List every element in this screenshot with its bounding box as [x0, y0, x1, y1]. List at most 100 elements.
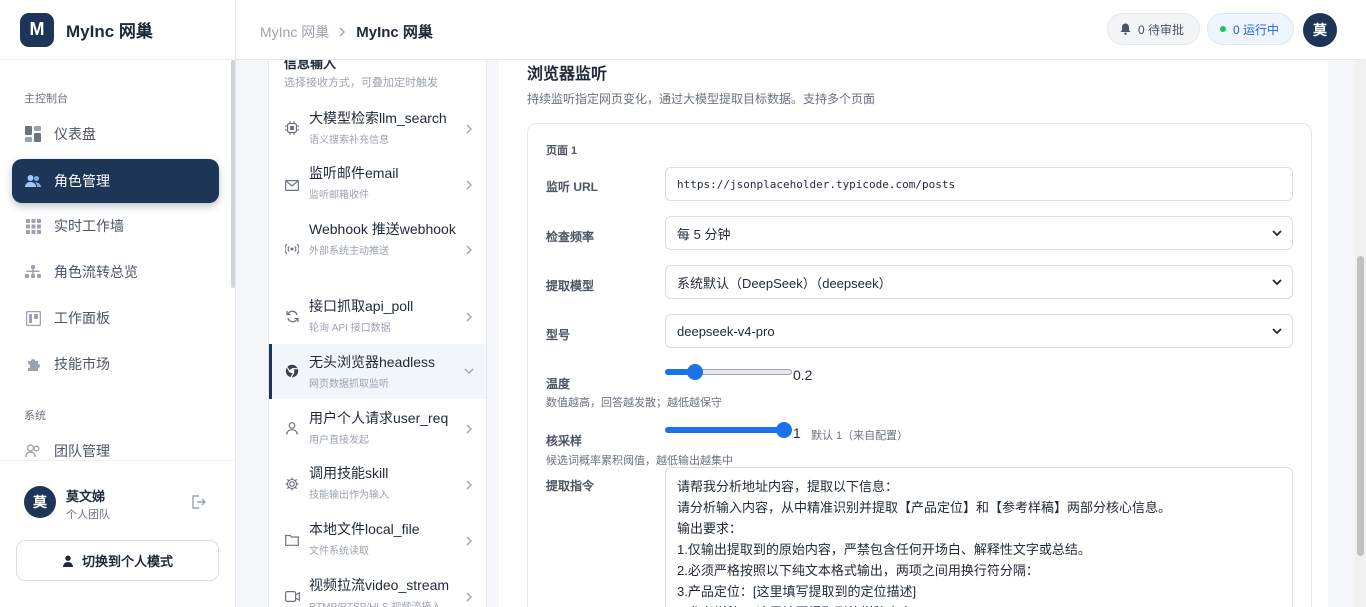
prompt-line: 2.必须严格按照以下纯文本格式输出，两项之间用换行符分隔： [677, 563, 1039, 578]
switch-mode-label: 切换到个人模式 [81, 554, 173, 569]
list-item-title: Webhook 推送webhook [309, 221, 456, 237]
mail-icon [284, 177, 300, 193]
sidebar-item-label: 工作面板 [54, 310, 110, 326]
list-item-subtitle: 文件系统读取 [309, 546, 369, 557]
sidebar-item-label: 技能市场 [54, 356, 110, 372]
source-list-header: 信息输入 选择接收方式，可叠加定时触发 [284, 60, 438, 90]
chevron-down-icon [464, 368, 474, 374]
sidebar: M MyInc 网巢 主控制台 仪表盘 角色管理 实时工作墙 角色流转总览 工作… [0, 0, 236, 607]
model-select[interactable]: 系统默认（DeepSeek）（deepseek） [665, 265, 1293, 299]
sidebar-item-skill-market[interactable]: 技能市场 [12, 342, 219, 386]
sidebar-item-live-wall[interactable]: 实时工作墙 [12, 204, 219, 248]
list-item-skill[interactable]: 调用技能skill 技能输出作为输入 [269, 463, 486, 515]
broadcast-icon [284, 241, 300, 257]
header-avatar[interactable]: 莫 [1303, 13, 1337, 47]
pending-label: 0 待审批 [1138, 22, 1185, 37]
page-config-box: 页面 1 监听 URL https://jsonplaceholder.typi… [527, 123, 1312, 607]
prompt-textarea[interactable]: 请帮我分析地址内容，提取以下信息： 请分析输入内容，从中精准识别并提取【产品定位】… [665, 467, 1293, 607]
main-content: 浏览器监听 持续监听指定网页变化，通过大模型提取目标数据。支持多个页面 页面 1… [487, 60, 1366, 607]
list-item-email[interactable]: 监听邮件email 监听邮箱收件 [269, 163, 486, 215]
logout-icon[interactable] [190, 494, 206, 510]
folder-icon [284, 532, 300, 548]
breadcrumb: MyInc 网巢 MyInc 网巢 [260, 21, 433, 42]
user-box: 莫 莫文娣 个人团队 切换到个人模式 [0, 460, 236, 607]
prompt-line: 请帮我分析地址内容，提取以下信息： [677, 479, 899, 494]
sidebar-item-dashboard[interactable]: 仪表盘 [12, 112, 219, 156]
temperature-label: 温度 [546, 377, 571, 391]
sidebar-item-workboard[interactable]: 工作面板 [12, 296, 219, 340]
list-item-subtitle: 语义搜索补充信息 [309, 135, 389, 146]
list-item-title: 监听邮件email [309, 165, 399, 181]
list-item-subtitle: 网页数据抓取监听 [309, 379, 389, 390]
slider-knob[interactable] [687, 364, 704, 380]
list-item-subtitle: RTMP/RTSP/HLS 视频流接入 [309, 598, 459, 607]
type-value: deepseek-v4-pro [677, 323, 775, 339]
chevron-right-icon [466, 124, 472, 134]
list-item-title: 视频拉流video_stream [309, 577, 450, 593]
sidebar-item-label: 角色管理 [54, 173, 110, 189]
chevron-right-icon [466, 480, 472, 490]
brand-logo: M [20, 12, 54, 47]
type-select[interactable]: deepseek-v4-pro [665, 314, 1293, 348]
list-item-api-poll[interactable]: 接口抓取api_poll 轮询 API 接口数据 [269, 296, 486, 348]
sidebar-item-role-flow[interactable]: 角色流转总览 [12, 250, 219, 294]
type-label: 型号 [546, 328, 571, 342]
freq-label: 检查频率 [546, 230, 595, 244]
config-card: 浏览器监听 持续监听指定网页变化，通过大模型提取目标数据。支持多个页面 页面 1… [499, 60, 1328, 607]
list-item-headless[interactable]: 无头浏览器headless 网页数据抓取监听 [269, 344, 486, 399]
temperature-slider[interactable] [665, 364, 792, 380]
dashboard-icon [24, 125, 42, 143]
sidebar-scrollbar[interactable] [231, 60, 235, 288]
team-icon [24, 442, 42, 460]
url-input[interactable]: https://jsonplaceholder.typicode.com/pos… [665, 167, 1293, 201]
list-item-title: 本地文件local_file [309, 521, 420, 537]
top-header: MyInc 网巢 MyInc 网巢 0 待审批 0 运行中 莫 [236, 0, 1366, 60]
breadcrumb-root[interactable]: MyInc 网巢 [260, 22, 329, 42]
list-item-title: 大模型检索llm_search [309, 110, 447, 126]
chevron-down-icon [1272, 328, 1282, 335]
pending-approval-badge[interactable]: 0 待审批 [1107, 13, 1200, 45]
list-item-user-req[interactable]: 用户个人请求user_req 用户直接发起 [269, 408, 486, 460]
sidebar-item-roles[interactable]: 角色管理 [12, 159, 219, 203]
list-item-subtitle: 外部系统主动推送 [309, 246, 389, 257]
bell-icon [1120, 23, 1131, 35]
list-item-title: 无头浏览器headless [309, 354, 436, 370]
chevron-right-icon [466, 180, 472, 190]
scrollbar-thumb[interactable] [1357, 256, 1364, 556]
user-team: 个人团队 [66, 509, 110, 521]
running-label: 0 运行中 [1233, 22, 1280, 37]
list-item-local-file[interactable]: 本地文件local_file 文件系统读取 [269, 519, 486, 571]
brand[interactable]: M MyInc 网巢 [0, 0, 235, 60]
switch-personal-mode-button[interactable]: 切换到个人模式 [16, 540, 219, 581]
model-label: 提取模型 [546, 279, 595, 293]
top-p-slider[interactable] [665, 422, 792, 438]
chevron-right-icon [466, 424, 472, 434]
list-item-llm-search[interactable]: 大模型检索llm_search 语义搜索补充信息 [269, 108, 486, 160]
list-item-title: 用户个人请求user_req [309, 410, 449, 426]
main-scrollbar[interactable] [1355, 60, 1366, 607]
video-icon [284, 588, 300, 604]
board-icon [24, 309, 42, 327]
url-label: 监听 URL [546, 180, 598, 194]
section-title: 浏览器监听 [527, 66, 608, 83]
source-list-subtitle: 选择接收方式，可叠加定时触发 [284, 77, 438, 89]
source-list-title: 信息输入 [284, 60, 337, 71]
list-item-title: 接口抓取api_poll [309, 298, 414, 314]
chevron-right-icon [466, 312, 472, 322]
slider-knob[interactable] [776, 422, 792, 438]
list-item-subtitle: 技能输出作为输入 [309, 490, 389, 501]
avatar[interactable]: 莫 [24, 486, 56, 518]
top-p-default: 默认 1（来自配置） [811, 430, 909, 442]
freq-value: 每 5 分钟 [677, 226, 731, 242]
model-value: 系统默认（DeepSeek）（deepseek） [677, 275, 892, 291]
grid-icon [24, 217, 42, 235]
list-item-webhook[interactable]: Webhook 推送webhook 外部系统主动推送 [269, 219, 486, 283]
freq-select[interactable]: 每 5 分钟 [665, 216, 1293, 250]
list-item-video-stream[interactable]: 视频拉流video_stream RTMP/RTSP/HLS 视频流接入 [269, 575, 486, 607]
prompt-line: 输出要求： [677, 521, 743, 536]
slider-fill [665, 427, 784, 433]
prompt-label: 提取指令 [546, 479, 595, 493]
running-badge[interactable]: 0 运行中 [1207, 13, 1294, 45]
gear-icon [284, 476, 300, 492]
chevron-down-icon [1272, 279, 1282, 286]
